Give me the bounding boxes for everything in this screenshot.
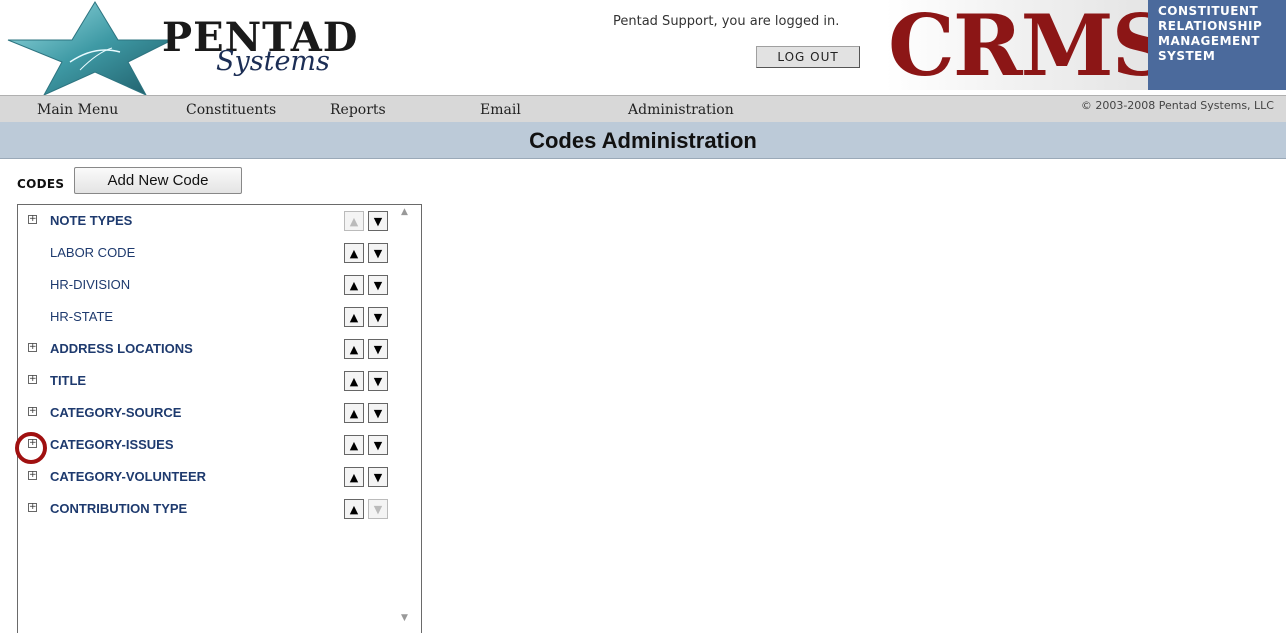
code-label[interactable]: CONTRIBUTION TYPE	[50, 501, 187, 516]
pentad-logo: PENTAD Systems	[0, 0, 360, 95]
code-row[interactable]: HR-DIVISION ▲ ▼	[28, 275, 398, 295]
move-up-button[interactable]: ▲	[344, 371, 364, 391]
move-down-button[interactable]: ▼	[368, 403, 388, 423]
scroll-up-icon[interactable]: ▲	[401, 207, 408, 217]
code-label[interactable]: CATEGORY-ISSUES	[50, 437, 174, 452]
nav-main-menu[interactable]: Main Menu	[37, 102, 118, 118]
move-up-button[interactable]: ▲	[344, 243, 364, 263]
expand-icon[interactable]: +	[28, 343, 37, 352]
code-label[interactable]: HR-STATE	[50, 309, 113, 324]
move-down-button[interactable]: ▼	[368, 435, 388, 455]
expand-icon[interactable]: +	[28, 471, 37, 480]
crms-tagline-line: MANAGEMENT	[1158, 34, 1260, 48]
code-label[interactable]: CATEGORY-SOURCE	[50, 405, 181, 420]
code-row[interactable]: + CATEGORY-ISSUES ▲ ▼	[28, 435, 398, 455]
code-row[interactable]: + ADDRESS LOCATIONS ▲ ▼	[28, 339, 398, 359]
move-up-button[interactable]: ▲	[344, 435, 364, 455]
code-label[interactable]: NOTE TYPES	[50, 213, 132, 228]
move-down-button[interactable]: ▼	[368, 339, 388, 359]
move-up-button[interactable]: ▲	[344, 339, 364, 359]
move-down-button[interactable]: ▼	[368, 275, 388, 295]
move-down-button[interactable]: ▼	[368, 243, 388, 263]
title-bar: Codes Administration	[0, 122, 1286, 159]
main-nav: Main Menu Constituents Reports Email Adm…	[0, 95, 1286, 122]
crms-tagline-line: CONSTITUENT	[1158, 4, 1259, 18]
code-label[interactable]: LABOR CODE	[50, 245, 135, 260]
move-up-button[interactable]: ▲	[344, 275, 364, 295]
code-row[interactable]: LABOR CODE ▲ ▼	[28, 243, 398, 263]
move-up-button[interactable]: ▲	[344, 467, 364, 487]
code-label[interactable]: TITLE	[50, 373, 86, 388]
code-label[interactable]: ADDRESS LOCATIONS	[50, 341, 193, 356]
codes-label: CODES	[17, 177, 65, 191]
brand-subname: Systems	[216, 46, 330, 77]
copyright: © 2003-2008 Pentad Systems, LLC	[1080, 99, 1274, 112]
expand-icon[interactable]: +	[28, 407, 37, 416]
code-row[interactable]: + NOTE TYPES ▲ ▼	[28, 211, 398, 231]
nav-administration[interactable]: Administration	[628, 102, 734, 118]
expand-icon[interactable]: +	[28, 503, 37, 512]
login-message: Pentad Support, you are logged in.	[613, 14, 840, 29]
code-label[interactable]: HR-DIVISION	[50, 277, 130, 292]
move-up-button[interactable]: ▲	[344, 307, 364, 327]
highlight-circle	[15, 432, 47, 464]
code-row[interactable]: HR-STATE ▲ ▼	[28, 307, 398, 327]
code-label[interactable]: CATEGORY-VOLUNTEER	[50, 469, 206, 484]
expand-icon[interactable]: +	[28, 215, 37, 224]
expand-icon[interactable]: +	[28, 375, 37, 384]
nav-reports[interactable]: Reports	[330, 102, 386, 118]
crms-tagline: CONSTITUENT RELATIONSHIP MANAGEMENT SYST…	[1148, 0, 1286, 90]
code-row[interactable]: + CATEGORY-SOURCE ▲ ▼	[28, 403, 398, 423]
code-row[interactable]: + TITLE ▲ ▼	[28, 371, 398, 391]
nav-email[interactable]: Email	[480, 102, 521, 118]
move-up-button[interactable]: ▲	[344, 403, 364, 423]
move-down-button[interactable]: ▼	[368, 371, 388, 391]
nav-constituents[interactable]: Constituents	[186, 102, 276, 118]
move-down-button[interactable]: ▼	[368, 211, 388, 231]
header: PENTAD Systems Pentad Support, you are l…	[0, 0, 1286, 95]
move-up-button[interactable]: ▲	[344, 499, 364, 519]
move-up-button[interactable]: ▲	[344, 211, 364, 231]
logout-button[interactable]: LOG OUT	[756, 46, 860, 68]
move-down-button[interactable]: ▼	[368, 307, 388, 327]
scroll-down-icon[interactable]: ▼	[401, 613, 408, 623]
code-row[interactable]: + CONTRIBUTION TYPE ▲ ▼	[28, 499, 398, 519]
add-new-code-button[interactable]: Add New Code	[74, 167, 242, 194]
crms-tagline-line: RELATIONSHIP	[1158, 19, 1263, 33]
code-row[interactable]: + CATEGORY-VOLUNTEER ▲ ▼	[28, 467, 398, 487]
move-down-button[interactable]: ▼	[368, 467, 388, 487]
page-title: Codes Administration	[529, 128, 757, 153]
move-down-button[interactable]: ▼	[368, 499, 388, 519]
crms-logo-text: CRMS	[888, 0, 1172, 95]
crms-tagline-line: SYSTEM	[1158, 49, 1216, 63]
